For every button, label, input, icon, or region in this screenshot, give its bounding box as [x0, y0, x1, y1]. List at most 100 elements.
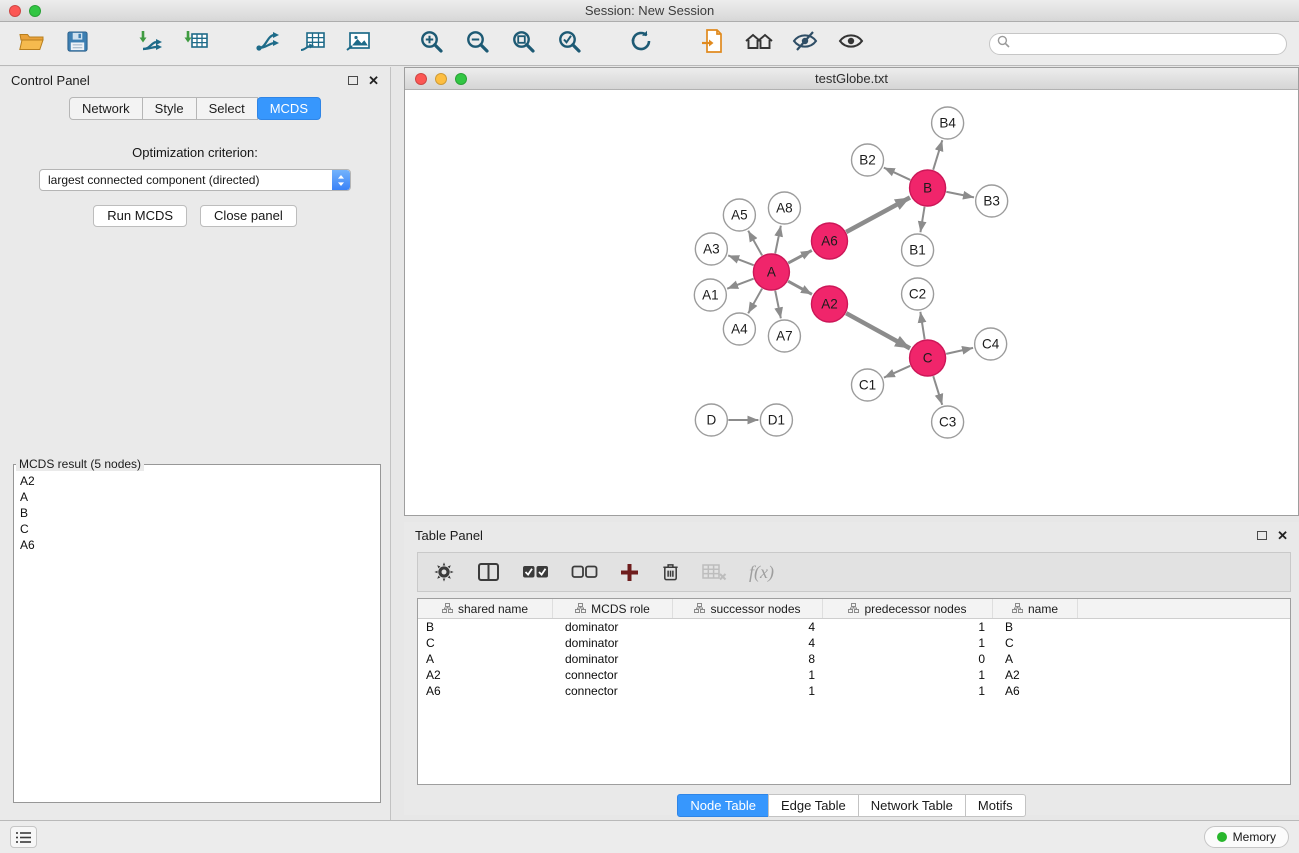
edge-A-A1[interactable] [727, 279, 753, 289]
close-panel-button[interactable]: ✕ [368, 74, 379, 87]
column-header-successor-nodes[interactable]: successor nodes [673, 599, 823, 618]
edge-B-B4[interactable] [933, 140, 942, 170]
tab-network[interactable]: Network [69, 97, 143, 120]
import-table-button[interactable] [176, 26, 214, 62]
cell-mcds-role[interactable]: connector [553, 667, 673, 683]
edge-B-B1[interactable] [920, 207, 924, 232]
close-table-panel-button[interactable]: ✕ [1277, 529, 1288, 542]
cell-name[interactable]: A6 [993, 683, 1078, 699]
edge-A-A8[interactable] [775, 226, 781, 254]
cell-mcds-role[interactable]: dominator [553, 619, 673, 635]
cell-predecessor-nodes[interactable]: 1 [823, 683, 993, 699]
node-B1[interactable]: B1 [902, 234, 934, 266]
toolbar-search[interactable] [989, 33, 1287, 55]
task-history-button[interactable] [10, 826, 37, 848]
float-table-panel-button[interactable] [1257, 531, 1267, 540]
network-zoom-button[interactable] [455, 73, 467, 85]
node-C[interactable]: C [910, 340, 946, 376]
node-A4[interactable]: A4 [723, 313, 755, 345]
memory-button[interactable]: Memory [1204, 826, 1289, 848]
edge-A-A6[interactable] [788, 250, 812, 263]
edge-B-B2[interactable] [884, 168, 911, 180]
hide-details-button[interactable] [786, 26, 824, 62]
node-A7[interactable]: A7 [768, 320, 800, 352]
cell-shared-name[interactable]: B [418, 619, 553, 635]
cell-successor-nodes[interactable]: 4 [673, 635, 823, 651]
table-settings-button[interactable] [433, 561, 455, 583]
column-header-mcds-role[interactable]: MCDS role [553, 599, 673, 618]
edge-C-C4[interactable] [946, 348, 973, 354]
cell-successor-nodes[interactable]: 4 [673, 619, 823, 635]
edge-A-A2[interactable] [788, 281, 812, 294]
show-columns-button[interactable] [477, 562, 500, 582]
select-all-button[interactable] [522, 565, 549, 579]
edge-C-C3[interactable] [933, 376, 942, 405]
node-A2[interactable]: A2 [811, 286, 847, 322]
home-views-button[interactable] [740, 26, 778, 62]
node-D1[interactable]: D1 [760, 404, 792, 436]
result-item[interactable]: B [14, 505, 380, 521]
search-input[interactable] [1015, 37, 1279, 51]
table-row[interactable]: Cdominator41C [418, 635, 1290, 651]
deselect-all-button[interactable] [571, 565, 598, 579]
edge-C-C2[interactable] [920, 312, 924, 339]
cell-shared-name[interactable]: A [418, 651, 553, 667]
tab-edge-table[interactable]: Edge Table [768, 794, 859, 817]
open-session-button[interactable] [12, 26, 50, 62]
add-column-button[interactable] [620, 563, 639, 582]
cell-shared-name[interactable]: C [418, 635, 553, 651]
column-header-name[interactable]: name [993, 599, 1078, 618]
table-row[interactable]: Adominator80A [418, 651, 1290, 667]
delete-table-button[interactable] [702, 563, 727, 581]
result-item[interactable]: A [14, 489, 380, 505]
edge-A2-C[interactable] [846, 313, 910, 348]
run-mcds-button[interactable]: Run MCDS [93, 205, 187, 227]
import-network-button[interactable] [130, 26, 168, 62]
column-header-predecessor-nodes[interactable]: predecessor nodes [823, 599, 993, 618]
cell-mcds-role[interactable]: dominator [553, 635, 673, 651]
curved-document-button[interactable] [694, 26, 732, 62]
tab-motifs[interactable]: Motifs [965, 794, 1026, 817]
node-C1[interactable]: C1 [852, 369, 884, 401]
node-B4[interactable]: B4 [932, 107, 964, 139]
export-image-button[interactable] [340, 26, 378, 62]
node-D[interactable]: D [695, 404, 727, 436]
node-B3[interactable]: B3 [976, 185, 1008, 217]
edge-A6-B[interactable] [846, 198, 910, 232]
zoom-window-button[interactable] [29, 5, 41, 17]
tab-mcds[interactable]: MCDS [257, 97, 321, 120]
edge-A-A3[interactable] [728, 255, 753, 265]
network-minimize-button[interactable] [435, 73, 447, 85]
node-B[interactable]: B [910, 170, 946, 206]
node-A6[interactable]: A6 [811, 223, 847, 259]
edge-A-A4[interactable] [748, 289, 762, 314]
edge-A-A5[interactable] [748, 231, 762, 256]
cell-shared-name[interactable]: A6 [418, 683, 553, 699]
cell-mcds-role[interactable]: connector [553, 683, 673, 699]
tab-network-table[interactable]: Network Table [858, 794, 966, 817]
network-canvas[interactable]: AA6A2BCA5A8A3A1A4A7B4B2B3B1C2C4C1C3DD1 [405, 90, 1298, 515]
edge-C-C1[interactable] [884, 366, 910, 378]
new-table-button[interactable] [294, 26, 332, 62]
node-C2[interactable]: C2 [902, 278, 934, 310]
node-A8[interactable]: A8 [768, 192, 800, 224]
node-B2[interactable]: B2 [852, 144, 884, 176]
node-C3[interactable]: C3 [932, 406, 964, 438]
cell-successor-nodes[interactable]: 8 [673, 651, 823, 667]
criterion-select[interactable]: largest connected component (directed) [39, 169, 351, 191]
table-row[interactable]: Bdominator41B [418, 619, 1290, 635]
cell-predecessor-nodes[interactable]: 1 [823, 619, 993, 635]
close-window-button[interactable] [9, 5, 21, 17]
show-details-button[interactable] [832, 26, 870, 62]
zoom-out-button[interactable] [458, 26, 496, 62]
zoom-fit-button[interactable] [504, 26, 542, 62]
result-item[interactable]: A2 [14, 473, 380, 489]
cell-shared-name[interactable]: A2 [418, 667, 553, 683]
cell-predecessor-nodes[interactable]: 0 [823, 651, 993, 667]
cell-successor-nodes[interactable]: 1 [673, 667, 823, 683]
tab-select[interactable]: Select [196, 97, 258, 120]
function-builder-button[interactable]: f(x) [749, 562, 774, 583]
node-C4[interactable]: C4 [975, 328, 1007, 360]
cell-name[interactable]: A2 [993, 667, 1078, 683]
table-row[interactable]: A6connector11A6 [418, 683, 1290, 699]
